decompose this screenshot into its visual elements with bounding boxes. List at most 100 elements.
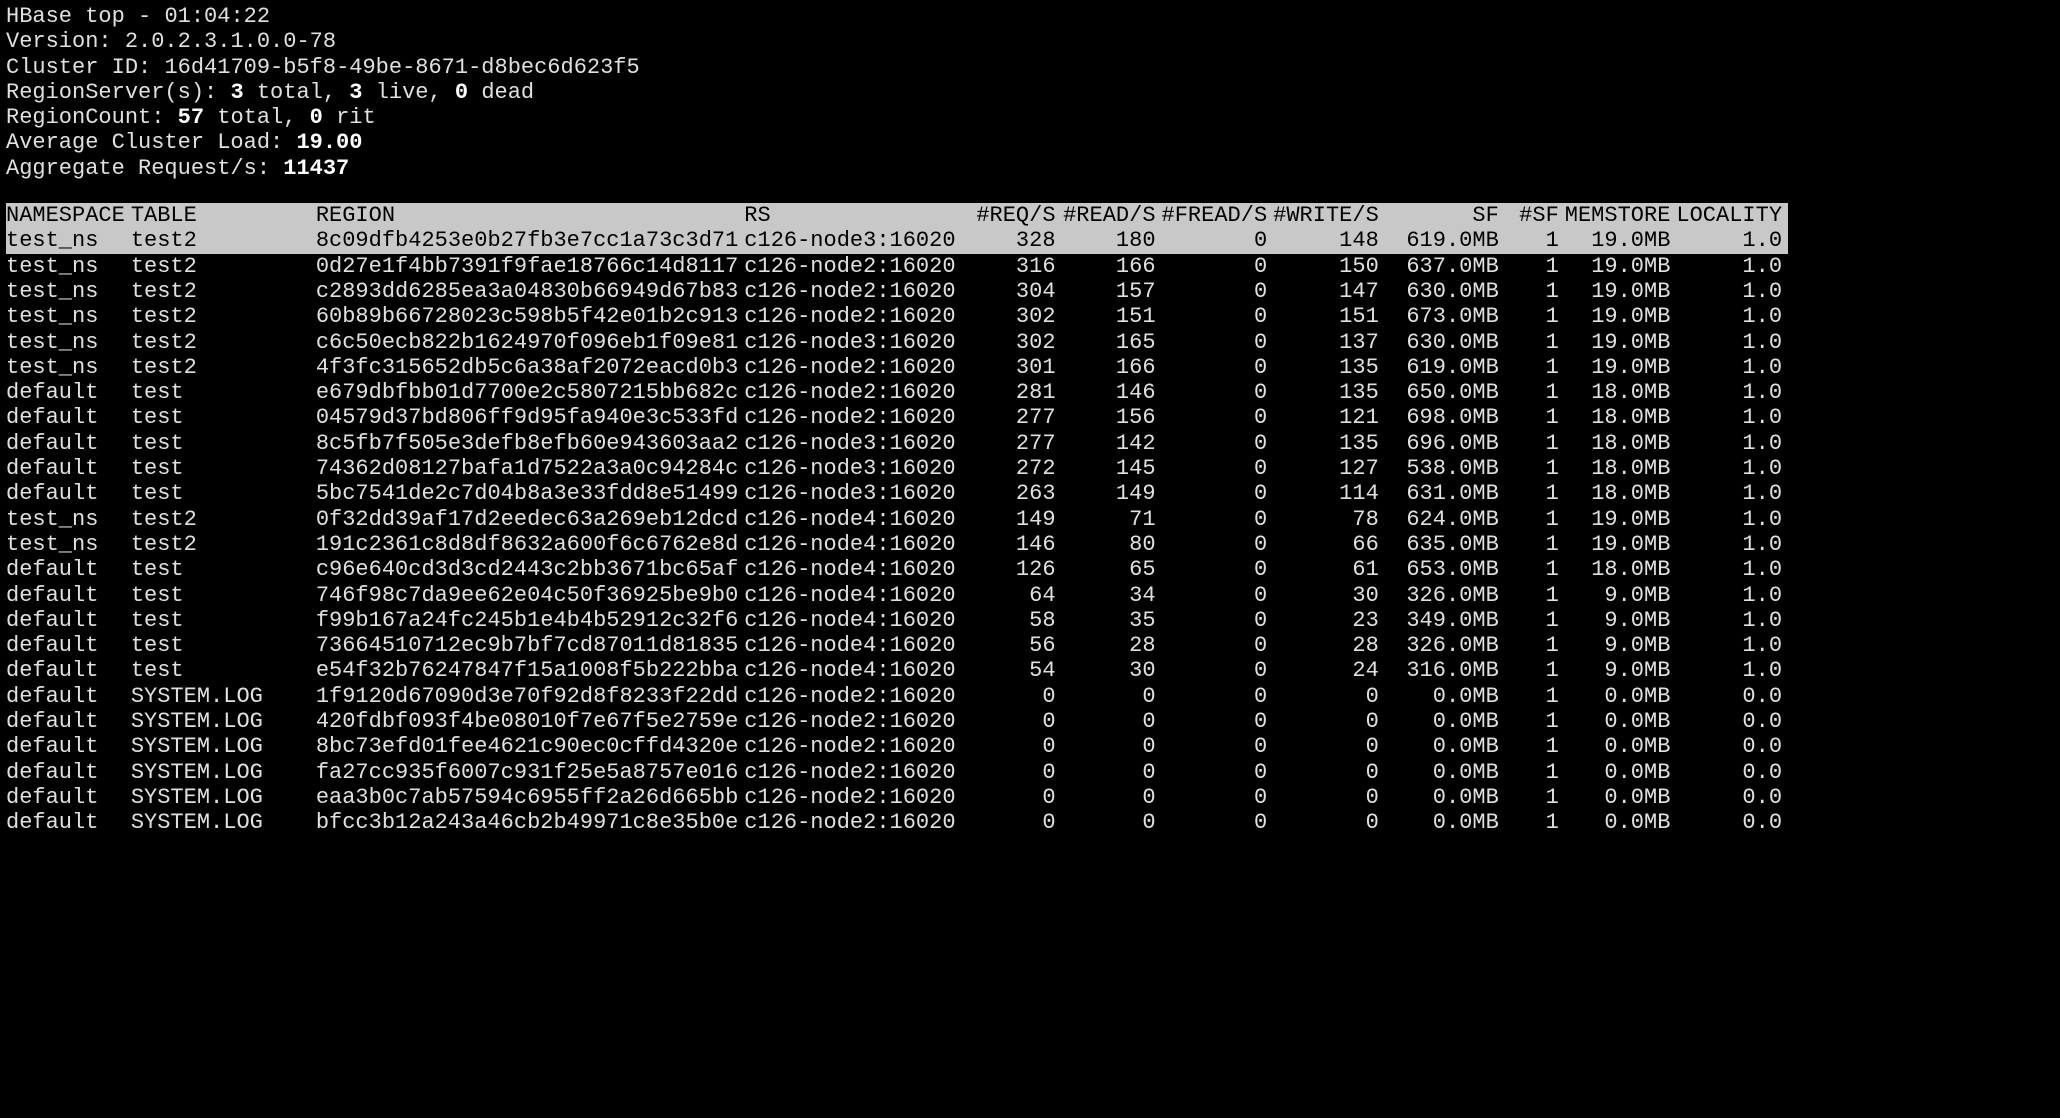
cell-write: 135 xyxy=(1273,380,1385,405)
cluster-id-line: Cluster ID: 16d41709-b5f8-49be-8671-d8be… xyxy=(6,55,2054,80)
cell-loc: 1.0 xyxy=(1676,532,1788,557)
table-row[interactable]: defaultSYSTEM.LOG1f9120d67090d3e70f92d8f… xyxy=(6,684,1788,709)
col-fread[interactable]: #FREAD/S xyxy=(1162,203,1274,228)
table-row[interactable]: test_nstest260b89b66728023c598b5f42e01b2… xyxy=(6,304,1788,329)
cell-rs: c126-node2:16020 xyxy=(744,709,961,734)
cell-loc: 0.0 xyxy=(1676,785,1788,810)
cell-req: 58 xyxy=(962,608,1062,633)
table-row[interactable]: defaultteste54f32b76247847f15a1008f5b222… xyxy=(6,658,1788,683)
cell-fread: 0 xyxy=(1162,810,1274,835)
table-row[interactable]: defaultSYSTEM.LOGfa27cc935f6007c931f25e5… xyxy=(6,760,1788,785)
cell-table: test xyxy=(131,380,316,405)
table-row[interactable]: test_nstest2c2893dd6285ea3a04830b66949d6… xyxy=(6,279,1788,304)
table-row[interactable]: defaulttest74362d08127bafa1d7522a3a0c942… xyxy=(6,456,1788,481)
cell-mem: 0.0MB xyxy=(1565,810,1677,835)
cell-table: SYSTEM.LOG xyxy=(131,810,316,835)
cell-read: 142 xyxy=(1062,431,1162,456)
cell-req: 302 xyxy=(962,304,1062,329)
table-row[interactable]: defaultSYSTEM.LOGeaa3b0c7ab57594c6955ff2… xyxy=(6,785,1788,810)
col-req[interactable]: #REQ/S xyxy=(962,203,1062,228)
table-row[interactable]: defaultSYSTEM.LOG420fdbf093f4be08010f7e6… xyxy=(6,709,1788,734)
col-read[interactable]: #READ/S xyxy=(1062,203,1162,228)
cell-sf: 0.0MB xyxy=(1385,810,1505,835)
col-memstore[interactable]: MEMSTORE xyxy=(1565,203,1677,228)
cell-write: 24 xyxy=(1273,658,1385,683)
table-row[interactable]: defaulttestc96e640cd3d3cd2443c2bb3671bc6… xyxy=(6,557,1788,582)
cell-region: bfcc3b12a243a46cb2b49971c8e35b0e xyxy=(316,810,744,835)
cell-ns: default xyxy=(6,583,131,608)
cell-fread: 0 xyxy=(1162,658,1274,683)
table-row[interactable]: test_nstest2191c2361c8d8df8632a600f6c676… xyxy=(6,532,1788,557)
cell-ns: default xyxy=(6,709,131,734)
table-row[interactable]: defaulttest5bc7541de2c7d04b8a3e33fdd8e51… xyxy=(6,481,1788,506)
table-row[interactable]: defaultSYSTEM.LOG8bc73efd01fee4621c90ec0… xyxy=(6,734,1788,759)
cell-mem: 0.0MB xyxy=(1565,760,1677,785)
cell-table: test2 xyxy=(131,228,316,253)
region-table: NAMESPACE TABLE REGION RS #REQ/S #READ/S… xyxy=(6,203,1788,835)
cell-nsf: 1 xyxy=(1505,709,1565,734)
cell-table: test xyxy=(131,658,316,683)
col-namespace[interactable]: NAMESPACE xyxy=(6,203,131,228)
table-row[interactable]: defaultSYSTEM.LOGbfcc3b12a243a46cb2b4997… xyxy=(6,810,1788,835)
table-header-row[interactable]: NAMESPACE TABLE REGION RS #REQ/S #READ/S… xyxy=(6,203,1788,228)
cell-write: 78 xyxy=(1273,507,1385,532)
cell-mem: 19.0MB xyxy=(1565,507,1677,532)
cell-rs: c126-node4:16020 xyxy=(744,633,961,658)
cell-mem: 0.0MB xyxy=(1565,709,1677,734)
cell-sf: 619.0MB xyxy=(1385,228,1505,253)
cell-rs: c126-node4:16020 xyxy=(744,557,961,582)
cell-loc: 1.0 xyxy=(1676,507,1788,532)
cell-mem: 19.0MB xyxy=(1565,228,1677,253)
cell-write: 135 xyxy=(1273,431,1385,456)
col-write[interactable]: #WRITE/S xyxy=(1273,203,1385,228)
cell-nsf: 1 xyxy=(1505,254,1565,279)
cell-region: e54f32b76247847f15a1008f5b222bba xyxy=(316,658,744,683)
col-table[interactable]: TABLE xyxy=(131,203,316,228)
cell-loc: 0.0 xyxy=(1676,734,1788,759)
cell-mem: 9.0MB xyxy=(1565,583,1677,608)
version-line: Version: 2.0.2.3.1.0.0-78 xyxy=(6,29,2054,54)
cell-fread: 0 xyxy=(1162,785,1274,810)
col-region[interactable]: REGION xyxy=(316,203,744,228)
cell-req: 126 xyxy=(962,557,1062,582)
cell-rs: c126-node3:16020 xyxy=(744,481,961,506)
table-row[interactable]: test_nstest20f32dd39af17d2eedec63a269eb1… xyxy=(6,507,1788,532)
table-row[interactable]: test_nstest24f3fc315652db5c6a38af2072eac… xyxy=(6,355,1788,380)
cell-read: 165 xyxy=(1062,330,1162,355)
cell-rs: c126-node2:16020 xyxy=(744,810,961,835)
cell-table: test2 xyxy=(131,304,316,329)
cell-sf: 0.0MB xyxy=(1385,684,1505,709)
cell-nsf: 1 xyxy=(1505,810,1565,835)
cell-req: 281 xyxy=(962,380,1062,405)
table-row[interactable]: defaulttest04579d37bd806ff9d95fa940e3c53… xyxy=(6,405,1788,430)
table-row[interactable]: defaulttest8c5fb7f505e3defb8efb60e943603… xyxy=(6,431,1788,456)
avgload-line: Average Cluster Load: 19.00 xyxy=(6,130,2054,155)
col-sf[interactable]: SF xyxy=(1385,203,1505,228)
cell-loc: 0.0 xyxy=(1676,810,1788,835)
table-row[interactable]: test_nstest20d27e1f4bb7391f9fae18766c14d… xyxy=(6,254,1788,279)
col-nsf[interactable]: #SF xyxy=(1505,203,1565,228)
table-row[interactable]: defaultteste679dbfbb01d7700e2c5807215bb6… xyxy=(6,380,1788,405)
cell-ns: default xyxy=(6,481,131,506)
cell-loc: 1.0 xyxy=(1676,456,1788,481)
cell-read: 0 xyxy=(1062,760,1162,785)
col-locality[interactable]: LOCALITY xyxy=(1676,203,1788,228)
cell-table: test xyxy=(131,583,316,608)
cell-table: test xyxy=(131,633,316,658)
cell-write: 147 xyxy=(1273,279,1385,304)
table-row[interactable]: test_nstest28c09dfb4253e0b27fb3e7cc1a73c… xyxy=(6,228,1788,253)
cell-write: 61 xyxy=(1273,557,1385,582)
cell-nsf: 1 xyxy=(1505,532,1565,557)
cell-table: test2 xyxy=(131,279,316,304)
aggreq-line: Aggregate Request/s: 11437 xyxy=(6,156,2054,181)
table-row[interactable]: defaulttestf99b167a24fc245b1e4b4b52912c3… xyxy=(6,608,1788,633)
title-label: HBase top xyxy=(6,4,125,29)
cell-mem: 18.0MB xyxy=(1565,380,1677,405)
table-row[interactable]: defaulttest73664510712ec9b7bf7cd87011d81… xyxy=(6,633,1788,658)
table-row[interactable]: test_nstest2c6c50ecb822b1624970f096eb1f0… xyxy=(6,330,1788,355)
col-rs[interactable]: RS xyxy=(744,203,961,228)
cell-fread: 0 xyxy=(1162,380,1274,405)
cell-req: 277 xyxy=(962,431,1062,456)
table-row[interactable]: defaulttest746f98c7da9ee62e04c50f36925be… xyxy=(6,583,1788,608)
cell-region: c2893dd6285ea3a04830b66949d67b83 xyxy=(316,279,744,304)
